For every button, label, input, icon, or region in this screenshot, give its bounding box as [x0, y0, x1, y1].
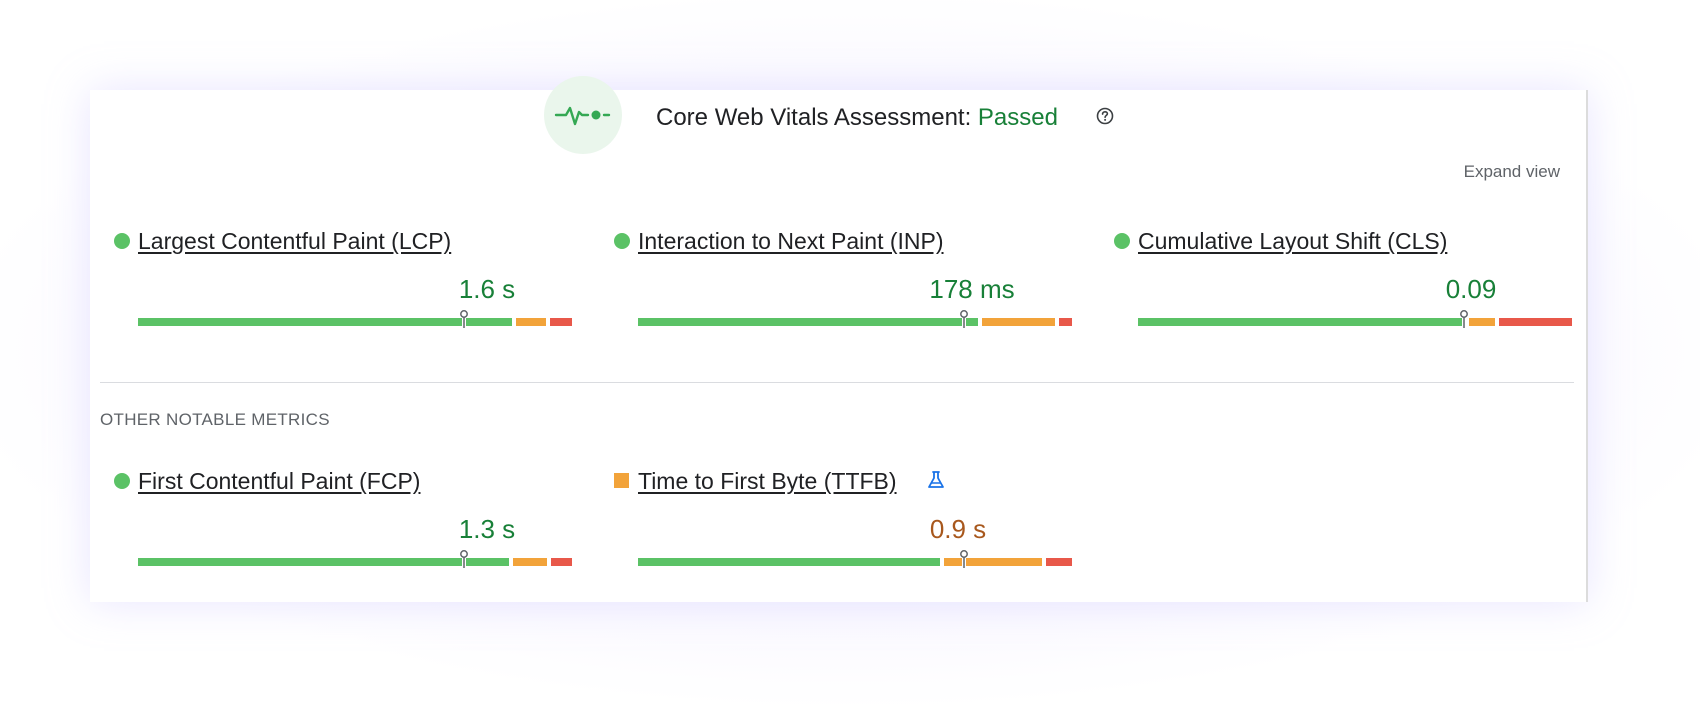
segment-good	[1138, 318, 1466, 326]
p75-marker-icon	[959, 550, 968, 568]
status-needs-improvement-square	[614, 473, 629, 488]
segment-needs-improvement	[1469, 318, 1495, 326]
distribution-bar	[638, 310, 1072, 328]
metric-value: 1.6 s	[458, 274, 516, 304]
metric-value: 0.09	[1445, 274, 1497, 304]
status-good-dot	[114, 233, 130, 249]
assessment-header: Core Web Vitals Assessment: Passed Expan…	[90, 76, 1586, 181]
flask-icon	[928, 471, 944, 488]
distribution-bar	[638, 550, 1072, 568]
segment-poor	[1498, 318, 1572, 326]
metric-name-link[interactable]: Interaction to Next Paint (INP)	[638, 228, 944, 255]
assessment-title: Core Web Vitals Assessment: Passed	[656, 104, 1058, 132]
pulse-icon	[544, 76, 622, 154]
metric-ttfb: Time to First Byte (TTFB) 0.9 s	[614, 468, 1072, 600]
metric-value: 1.3 s	[458, 514, 516, 544]
assessment-status: Passed	[977, 104, 1058, 131]
segment-good	[138, 558, 509, 566]
page-background: Core Web Vitals Assessment: Passed Expan…	[0, 0, 1700, 712]
core-web-vitals-card: Core Web Vitals Assessment: Passed Expan…	[90, 76, 1588, 602]
metric-fcp: First Contentful Paint (FCP) 1.3 s	[114, 468, 572, 600]
metric-name-link[interactable]: Largest Contentful Paint (LCP)	[138, 228, 451, 255]
metric-name-link[interactable]: Time to First Byte (TTFB)	[638, 468, 897, 495]
metric-value: 0.9 s	[929, 514, 987, 544]
distribution-bar	[138, 310, 572, 328]
other-metrics-heading: OTHER NOTABLE METRICS	[100, 410, 330, 429]
segment-poor	[550, 558, 572, 566]
segment-needs-improvement	[516, 318, 547, 326]
status-good-dot	[614, 233, 630, 249]
segment-needs-improvement	[512, 558, 547, 566]
assessment-title-text: Core Web Vitals Assessment:	[656, 104, 972, 131]
metric-cls: Cumulative Layout Shift (CLS) 0.09	[1114, 228, 1572, 360]
section-divider	[100, 382, 1574, 383]
p75-marker-icon	[1459, 310, 1468, 328]
metric-name-link[interactable]: Cumulative Layout Shift (CLS)	[1138, 228, 1447, 255]
help-circle-icon[interactable]	[1096, 107, 1114, 125]
segment-good	[638, 318, 978, 326]
p75-marker-icon	[959, 310, 968, 328]
metric-name-link[interactable]: First Contentful Paint (FCP)	[138, 468, 420, 495]
segment-good	[638, 558, 941, 566]
status-good-dot	[114, 473, 130, 489]
p75-marker-icon	[459, 550, 468, 568]
segment-poor	[1059, 318, 1072, 326]
metric-lcp: Largest Contentful Paint (LCP) 1.6 s	[114, 228, 572, 360]
distribution-bar	[1138, 310, 1572, 328]
metric-value: 178 ms	[929, 274, 1015, 304]
status-good-dot	[1114, 233, 1130, 249]
p75-marker-icon	[459, 310, 468, 328]
segment-poor	[550, 318, 572, 326]
segment-needs-improvement	[981, 318, 1056, 326]
distribution-bar	[138, 550, 572, 568]
segment-good	[138, 318, 513, 326]
expand-view-link[interactable]: Expand view	[1464, 162, 1560, 182]
segment-poor	[1046, 558, 1072, 566]
metric-inp: Interaction to Next Paint (INP) 178 ms	[614, 228, 1072, 360]
